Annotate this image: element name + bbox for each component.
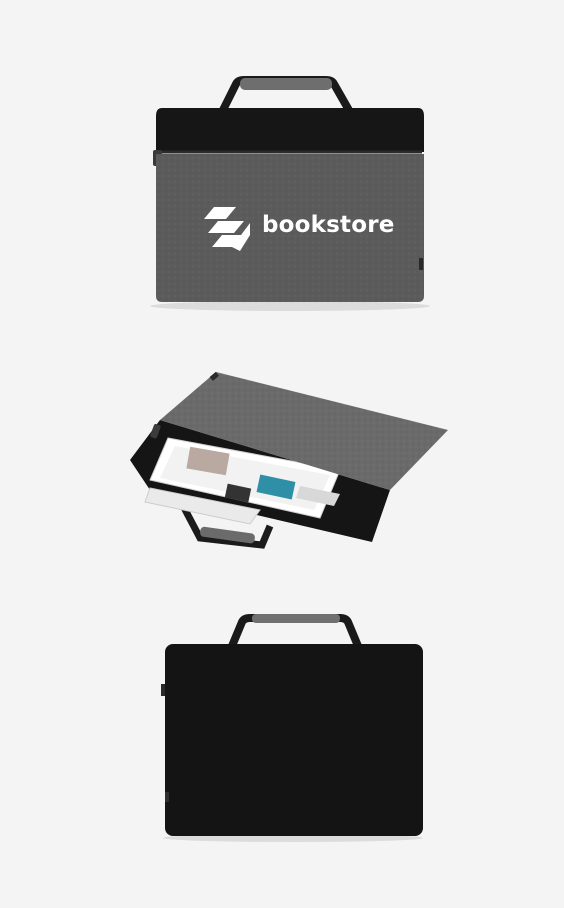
bag-open-illustration: [130, 371, 448, 549]
handle-grip: [240, 78, 332, 90]
bag-front-view: bookstore: [0, 0, 564, 320]
bag-front-illustration: [150, 76, 430, 311]
product-gallery: bookstore: [0, 0, 564, 908]
bag-open-view: inspire: [0, 320, 564, 764]
bag-back-view: [0, 580, 564, 908]
bag-body: [165, 644, 423, 836]
top-band: [156, 108, 424, 152]
handle-grip: [252, 614, 340, 623]
logo-text: bookstore: [262, 212, 395, 238]
bag-back-illustration: [161, 614, 423, 842]
